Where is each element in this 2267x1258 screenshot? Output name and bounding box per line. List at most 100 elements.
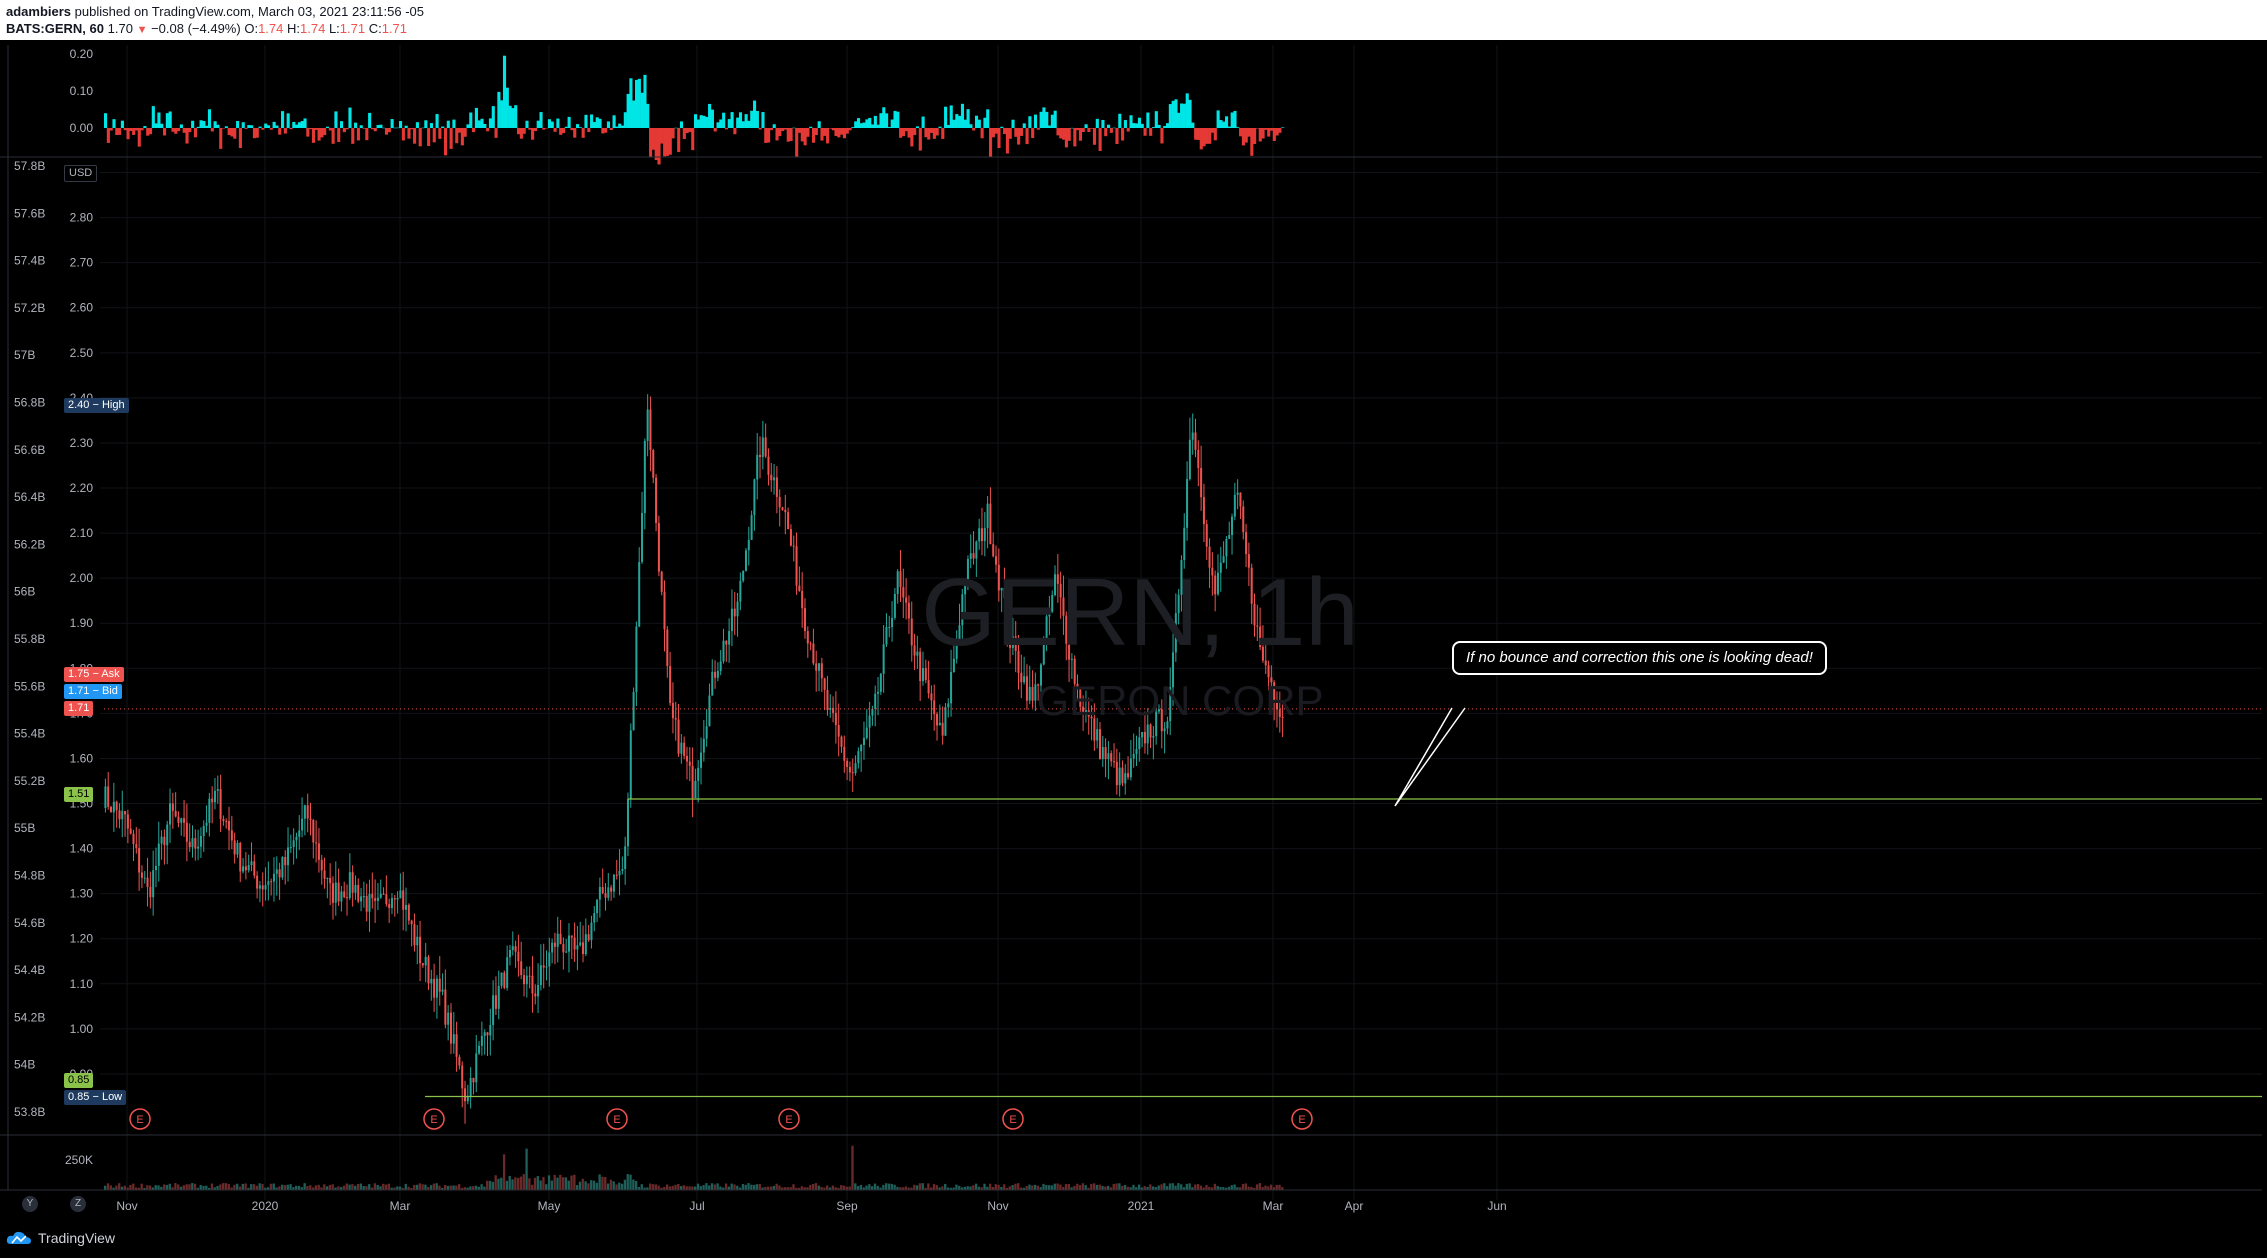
volume-bar <box>502 1154 506 1190</box>
candle-body <box>975 541 978 559</box>
volume-bar <box>191 1183 194 1190</box>
volume-bar <box>753 1184 756 1190</box>
oscillator-bar <box>758 128 762 130</box>
annotation-callout[interactable]: If no bounce and correction this one is … <box>1452 641 1827 675</box>
scale-z-button[interactable]: Z <box>70 1196 86 1212</box>
candle-body <box>846 760 849 767</box>
volume-bar <box>1166 1186 1169 1190</box>
candle-body <box>121 811 124 820</box>
price-tick-label: 1.20 <box>70 932 94 946</box>
oscillator-bar <box>859 123 863 128</box>
oscillator-bar <box>365 128 369 141</box>
publish-header: adambiers published on TradingView.com, … <box>0 0 2267 40</box>
volume-bar <box>915 1185 919 1190</box>
oscillator-bar <box>862 122 866 128</box>
candle-body <box>632 691 635 731</box>
tradingview-logo[interactable]: TradingView <box>6 1230 115 1246</box>
volume-bar <box>561 1177 565 1190</box>
oscillator-bar <box>525 120 529 128</box>
oscillator-bar <box>168 111 172 128</box>
volume-bar <box>295 1185 298 1190</box>
oscillator-bar <box>952 119 956 128</box>
candle-body <box>284 857 287 866</box>
oscillator-bar <box>379 124 383 128</box>
candle-body <box>194 838 197 849</box>
oscillator-bar <box>295 124 299 128</box>
volume-bar <box>379 1186 382 1190</box>
volume-bar <box>719 1186 722 1190</box>
oscillator-bar <box>536 120 540 128</box>
volume-bar <box>1255 1184 1259 1190</box>
volume-bar <box>140 1183 143 1190</box>
volume-bar <box>1247 1186 1250 1190</box>
volume-bar <box>536 1176 539 1190</box>
volume-bar <box>511 1179 514 1190</box>
candle-body <box>301 818 304 831</box>
candle-body <box>612 874 615 892</box>
chart-canvas[interactable]: 2.902.802.702.602.502.402.302.202.102.00… <box>0 40 2267 1222</box>
volume-bar <box>486 1180 489 1190</box>
oscillator-bar <box>913 128 917 135</box>
candle-body <box>1031 686 1034 701</box>
oscillator-bar <box>553 128 557 132</box>
oscillator-bar <box>1247 128 1251 137</box>
candle-body <box>188 841 191 848</box>
left-axis-tick-label: 55.8B <box>14 632 45 646</box>
oscillator-bar <box>207 109 212 128</box>
oscillator-tick-label: 0.00 <box>70 121 94 135</box>
oscillator-bar <box>1157 124 1161 128</box>
candle-body <box>728 631 731 645</box>
volume-bar <box>890 1183 893 1190</box>
volume-bar <box>1064 1184 1068 1190</box>
candle-body <box>1267 665 1270 678</box>
candle-body <box>877 691 880 694</box>
oscillator-bar <box>674 127 678 129</box>
oscillator-bar <box>587 128 591 132</box>
left-axis-tick-label: 55.4B <box>14 727 45 741</box>
oscillator-bar <box>654 128 658 161</box>
oscillator-bar <box>104 113 108 128</box>
candle-body <box>228 821 231 831</box>
oscillator-bar <box>345 128 349 130</box>
candle-body <box>480 1035 483 1046</box>
time-tick-label: Mar <box>390 1199 411 1213</box>
oscillator-bar <box>907 128 911 138</box>
candle-body <box>756 454 759 480</box>
volume-bar <box>177 1184 180 1190</box>
oscillator-tick-label: 0.10 <box>70 84 94 98</box>
author-name[interactable]: adambiers <box>6 4 71 19</box>
volume-bar <box>840 1185 843 1190</box>
volume-bar <box>1185 1183 1188 1190</box>
volume-bar <box>1199 1185 1203 1190</box>
candle-body <box>464 1088 467 1102</box>
oscillator-bar <box>817 121 821 128</box>
scale-y-button[interactable]: Y <box>22 1196 38 1212</box>
oscillator-bar <box>146 128 150 136</box>
oscillator-bar <box>1017 128 1021 145</box>
candle-body <box>596 899 599 914</box>
volume-bar <box>303 1183 306 1190</box>
volume-bar <box>581 1178 584 1190</box>
volume-bar <box>435 1183 438 1190</box>
currency-label[interactable]: USD <box>64 165 98 182</box>
oscillator-bar <box>935 128 939 136</box>
volume-bar <box>649 1183 652 1190</box>
candle-body <box>160 836 163 844</box>
volume-bar <box>848 1186 851 1190</box>
oscillator-bar <box>424 120 428 128</box>
candle-body <box>857 751 860 764</box>
candle-body <box>685 755 688 762</box>
candle-body <box>834 712 837 726</box>
earnings-marker-label: E <box>1009 1114 1016 1126</box>
oscillator-bar <box>688 128 692 132</box>
candle-body <box>683 742 686 756</box>
left-axis-tick-label: 57B <box>14 348 35 362</box>
oscillator-bar <box>997 128 1001 149</box>
candle-body <box>913 645 916 656</box>
volume-pane <box>104 1145 1284 1190</box>
oscillator-bar <box>977 119 981 128</box>
candle-body <box>306 805 309 819</box>
volume-bar <box>182 1185 185 1190</box>
candle-body <box>374 898 377 901</box>
oscillator-bar <box>871 124 875 128</box>
